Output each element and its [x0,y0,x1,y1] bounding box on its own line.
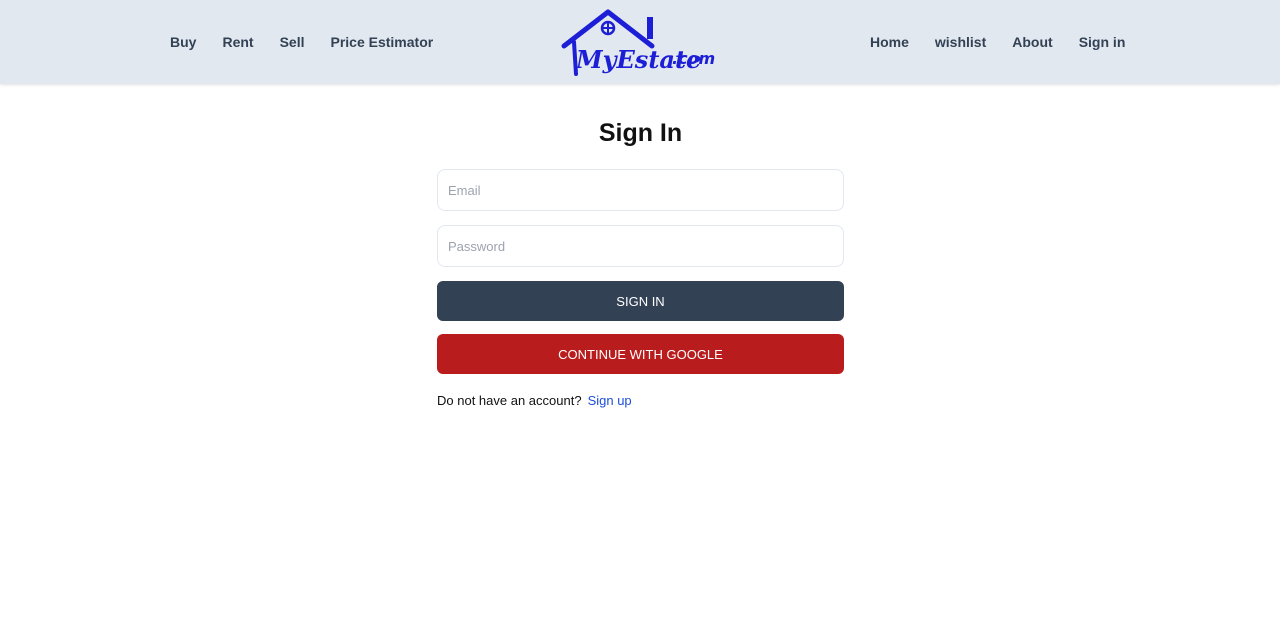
secondary-nav: Home wishlist About Sign in [870,0,1151,84]
signin-form: Sign In SIGN IN CONTINUE WITH GOOGLE Do … [437,112,844,408]
nav-price-estimator[interactable]: Price Estimator [330,34,433,50]
svg-text:.com: .com [672,49,715,68]
site-header: Buy Rent Sell Price Estimator MyEstate .… [0,0,1280,84]
email-field[interactable] [437,169,844,211]
nav-rent[interactable]: Rent [222,34,253,50]
sign-up-link[interactable]: Sign up [588,393,632,408]
page-title: Sign In [598,119,683,147]
nav-home[interactable]: Home [870,34,909,50]
house-logo-icon: MyEstate .com [561,9,715,76]
signup-prompt: Do not have an account? Sign up [437,393,844,408]
primary-nav: Buy Rent Sell Price Estimator [170,0,459,84]
nav-buy[interactable]: Buy [170,34,196,50]
nav-sign-in[interactable]: Sign in [1079,34,1126,50]
nav-sell[interactable]: Sell [280,34,305,50]
sign-in-button[interactable]: SIGN IN [437,281,844,321]
site-logo[interactable]: MyEstate .com [560,6,720,84]
no-account-text: Do not have an account? [437,393,582,408]
google-sign-in-button[interactable]: CONTINUE WITH GOOGLE [437,334,844,374]
nav-about[interactable]: About [1012,34,1052,50]
nav-wishlist[interactable]: wishlist [935,34,986,50]
password-field[interactable] [437,225,844,267]
